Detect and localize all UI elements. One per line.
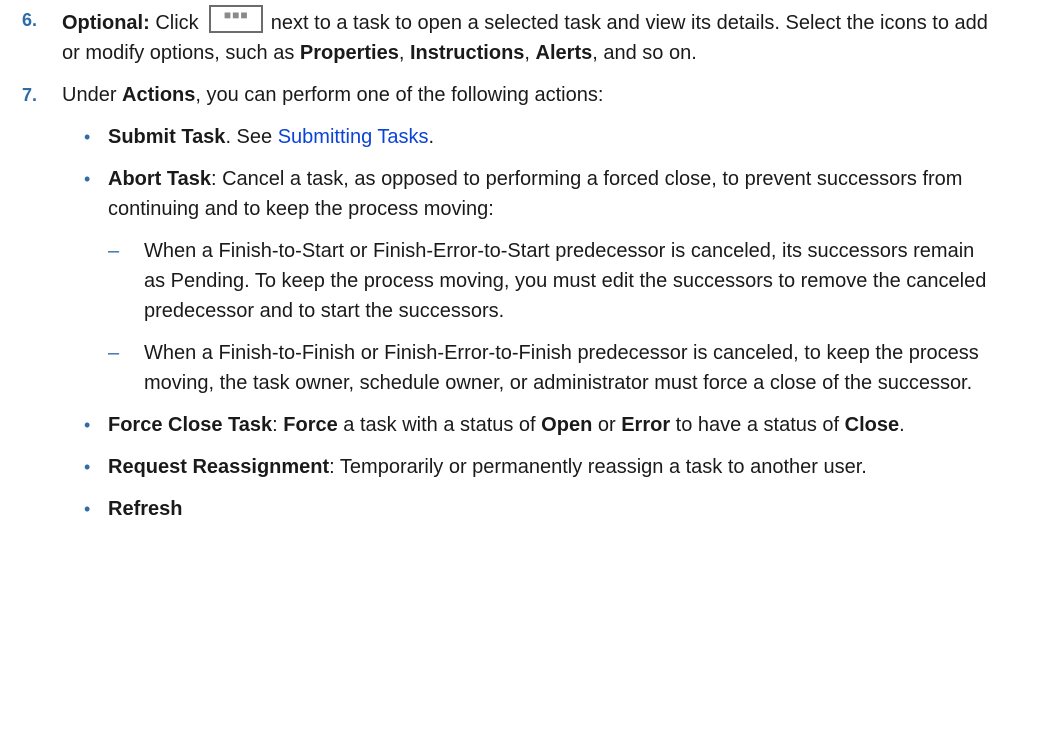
item-text: . See <box>225 126 278 148</box>
list-item-abort-task: • Abort Task: Cancel a task, as opposed … <box>62 164 1001 398</box>
request-reassignment-term: Request Reassignment <box>108 456 330 478</box>
abort-sublist: – When a Finish-to-Start or Finish-Error… <box>108 236 1001 398</box>
refresh-term: Refresh <box>108 498 183 520</box>
step-text: , you can perform one of the following a… <box>195 84 604 106</box>
item-text: a task with a status of <box>337 414 542 436</box>
document: 6. Optional: Click ■■■ next to a task to… <box>0 0 1041 524</box>
item-text: : <box>272 414 284 436</box>
list-item-submit-task: • Submit Task. See Submitting Tasks. <box>62 122 1001 152</box>
bullet-icon: • <box>84 127 91 147</box>
error-status-term: Error <box>621 414 671 436</box>
step-text: , and so on. <box>592 42 697 64</box>
list-item-refresh: • Refresh <box>62 494 1001 524</box>
bullet-icon: • <box>84 415 91 435</box>
step-7: 7. Under Actions, you can perform one of… <box>0 80 1041 524</box>
step-text: Under <box>62 84 123 106</box>
more-options-button[interactable]: ■■■ <box>209 5 264 33</box>
instructions-term: Instructions <box>409 42 525 64</box>
list-item-force-close-task: • Force Close Task: Force a task with a … <box>62 410 1001 440</box>
item-text: . <box>428 126 435 148</box>
force-close-task-term: Force Close Task <box>108 414 273 436</box>
actions-term: Actions <box>122 84 196 106</box>
item-text: . <box>899 414 905 436</box>
optional-label: Optional: <box>62 12 150 34</box>
force-term: Force <box>283 414 338 436</box>
dash-icon: – <box>108 240 120 262</box>
item-text: : Cancel a task, as opposed to performin… <box>108 168 963 220</box>
sub-item-text: When a Finish-to-Finish or Finish-Error-… <box>144 342 979 394</box>
abort-task-term: Abort Task <box>108 168 211 190</box>
item-text: : Temporarily or permanently reassign a … <box>329 456 867 478</box>
open-status-term: Open <box>541 414 593 436</box>
bullet-icon: • <box>84 457 91 477</box>
step-6: 6. Optional: Click ■■■ next to a task to… <box>0 5 1041 68</box>
list-item-request-reassignment: • Request Reassignment: Temporarily or p… <box>62 452 1001 482</box>
sub-item-text: When a Finish-to-Start or Finish-Error-t… <box>144 240 987 322</box>
separator: , <box>398 42 410 64</box>
dash-icon: – <box>108 342 120 364</box>
sublist-item-start: – When a Finish-to-Start or Finish-Error… <box>108 236 1001 326</box>
submit-task-term: Submit Task <box>108 126 226 148</box>
step-text: Click <box>149 12 205 34</box>
submitting-tasks-link[interactable]: Submitting Tasks <box>278 126 429 148</box>
step-number: 7. <box>22 85 38 105</box>
actions-list: • Submit Task. See Submitting Tasks. • A… <box>62 122 1001 524</box>
separator: , <box>524 42 536 64</box>
alerts-term: Alerts <box>535 42 593 64</box>
item-text: or <box>592 414 622 436</box>
item-text: to have a status of <box>670 414 845 436</box>
more-options-icon: ■■■ <box>223 8 249 22</box>
properties-term: Properties <box>299 42 399 64</box>
close-status-term: Close <box>844 414 900 436</box>
bullet-icon: • <box>84 169 91 189</box>
step-number: 6. <box>22 10 38 30</box>
bullet-icon: • <box>84 499 91 519</box>
sublist-item-finish: – When a Finish-to-Finish or Finish-Erro… <box>108 338 1001 398</box>
